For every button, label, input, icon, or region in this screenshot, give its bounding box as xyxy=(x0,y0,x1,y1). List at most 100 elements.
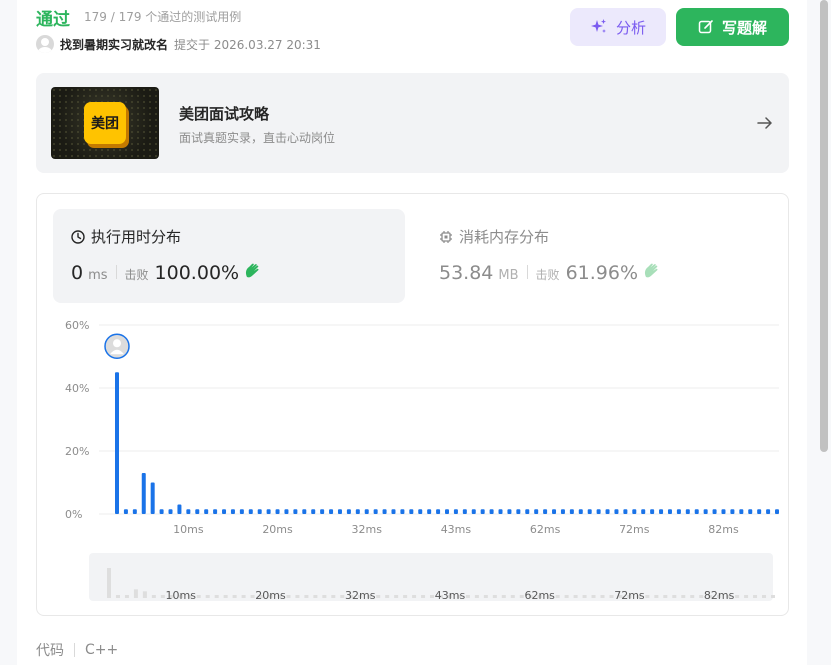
chart-bar xyxy=(418,509,423,514)
divider xyxy=(74,643,75,657)
chart-bar xyxy=(320,509,325,514)
chart-bar xyxy=(605,509,610,514)
submission-panel: 通过 179 / 179 个通过的测试用例 找到暑期实习就改名 提交于 2026… xyxy=(17,0,807,665)
write-solution-label: 写题解 xyxy=(721,18,767,37)
range-slider-bar xyxy=(753,595,758,598)
range-slider-bar xyxy=(465,595,470,598)
x-tick-label: 10ms xyxy=(173,523,204,536)
y-tick-label: 0% xyxy=(65,508,82,521)
marker-avatar-head xyxy=(113,339,121,348)
chart-bar xyxy=(480,509,485,514)
chart-bar xyxy=(641,509,646,514)
chart-bar xyxy=(177,504,182,514)
status-label: 通过 xyxy=(36,10,70,30)
scrollbar-thumb[interactable] xyxy=(820,0,828,452)
x-tick-label: 62ms xyxy=(530,523,561,536)
range-slider-bar xyxy=(214,595,219,598)
chart-bar xyxy=(730,509,735,514)
y-tick-label: 40% xyxy=(65,382,89,395)
chart-bar xyxy=(712,509,717,514)
chart-bar xyxy=(766,509,771,514)
chart-bar xyxy=(373,509,378,514)
write-solution-button[interactable]: 写题解 xyxy=(676,8,789,46)
range-slider-bar xyxy=(492,595,497,598)
chart-bar xyxy=(266,509,271,514)
chart-bar xyxy=(409,509,414,514)
analyze-button[interactable]: 分析 xyxy=(570,8,666,46)
x-tick-label: 20ms xyxy=(262,523,293,536)
chart-bar xyxy=(534,509,539,514)
chart-bar xyxy=(775,509,779,514)
chart-bar xyxy=(159,509,164,514)
chart-bar xyxy=(436,509,441,514)
range-slider-bar xyxy=(115,595,120,598)
chart-bar xyxy=(275,509,280,514)
chart-bar xyxy=(391,509,396,514)
chart-bar xyxy=(489,509,494,514)
chart-bar xyxy=(115,372,119,514)
range-slider-bar xyxy=(403,595,408,598)
y-tick-label: 20% xyxy=(65,445,89,458)
chart-bar xyxy=(195,509,200,514)
range-slider-bar xyxy=(223,595,228,598)
analyze-label: 分析 xyxy=(615,18,646,37)
range-slider-bar xyxy=(304,595,309,598)
range-slider-bar xyxy=(107,568,111,598)
chart-bar xyxy=(355,509,360,514)
meituan-logo: 美团 xyxy=(84,102,126,144)
code-section-label: 代码 C++ xyxy=(36,640,118,660)
promo-image: 美团 xyxy=(51,87,159,159)
range-slider-bar xyxy=(313,595,318,598)
range-slider-bar xyxy=(600,595,605,598)
submission-meta: 找到暑期实习就改名 提交于 2026.03.27 20:31 xyxy=(36,35,321,53)
range-slider-bar xyxy=(241,595,246,598)
chart-bar xyxy=(703,509,708,514)
chart-bar xyxy=(293,509,298,514)
chart-bar xyxy=(311,509,316,514)
range-slider-bar xyxy=(142,591,147,598)
scrollbar[interactable] xyxy=(817,0,831,665)
chart-bar xyxy=(302,509,307,514)
promo-title: 美团面试攻略 xyxy=(179,105,270,123)
range-slider-bar xyxy=(681,595,686,598)
chart-bar xyxy=(222,509,227,514)
x-tick-label: 82ms xyxy=(708,523,739,536)
code-language[interactable]: C++ xyxy=(85,642,118,658)
promo-card[interactable]: 美团 美团面试攻略 面试真题实录，直击心动岗位 xyxy=(36,73,789,173)
range-slider-bar xyxy=(151,595,156,598)
chart-bar xyxy=(685,509,690,514)
chart-bar xyxy=(587,509,592,514)
chart-bar xyxy=(141,473,146,514)
range-slider-bar xyxy=(286,595,291,598)
range-slider-bar xyxy=(699,595,704,598)
range-slider-bar xyxy=(232,595,237,598)
username-link[interactable]: 找到暑期实习就改名 xyxy=(60,36,168,53)
x-tick-label: 72ms xyxy=(619,523,650,536)
range-slider-bar xyxy=(331,595,336,598)
range-slider-bar xyxy=(591,595,596,598)
chart-bar xyxy=(168,509,173,514)
range-slider-bar xyxy=(483,595,488,598)
range-slider-bar xyxy=(430,595,435,598)
y-tick-label: 60% xyxy=(65,319,89,332)
range-slider-bar xyxy=(501,595,506,598)
range-slider-bar xyxy=(421,595,426,598)
chart-bar xyxy=(123,509,128,514)
range-slider-bar xyxy=(196,595,201,598)
submitted-time: 提交于 2026.03.27 20:31 xyxy=(174,37,321,52)
chart-bar xyxy=(552,509,557,514)
range-slider-tick-label: 82ms xyxy=(704,589,735,602)
promo-subtitle: 面试真题实录，直击心动岗位 xyxy=(179,131,336,145)
chart-bar xyxy=(516,509,521,514)
range-slider-tick-label: 62ms xyxy=(524,589,555,602)
chart-bar xyxy=(659,509,664,514)
chart-bar xyxy=(213,509,218,514)
range-slider-tick-label: 10ms xyxy=(166,589,197,602)
chart-bar xyxy=(694,509,699,514)
range-slider-bar xyxy=(519,595,524,598)
chart-bar xyxy=(525,509,530,514)
avatar[interactable] xyxy=(36,35,54,53)
arrow-right-icon xyxy=(757,117,772,129)
chart-bar xyxy=(471,509,476,514)
range-slider-bar xyxy=(124,595,129,598)
